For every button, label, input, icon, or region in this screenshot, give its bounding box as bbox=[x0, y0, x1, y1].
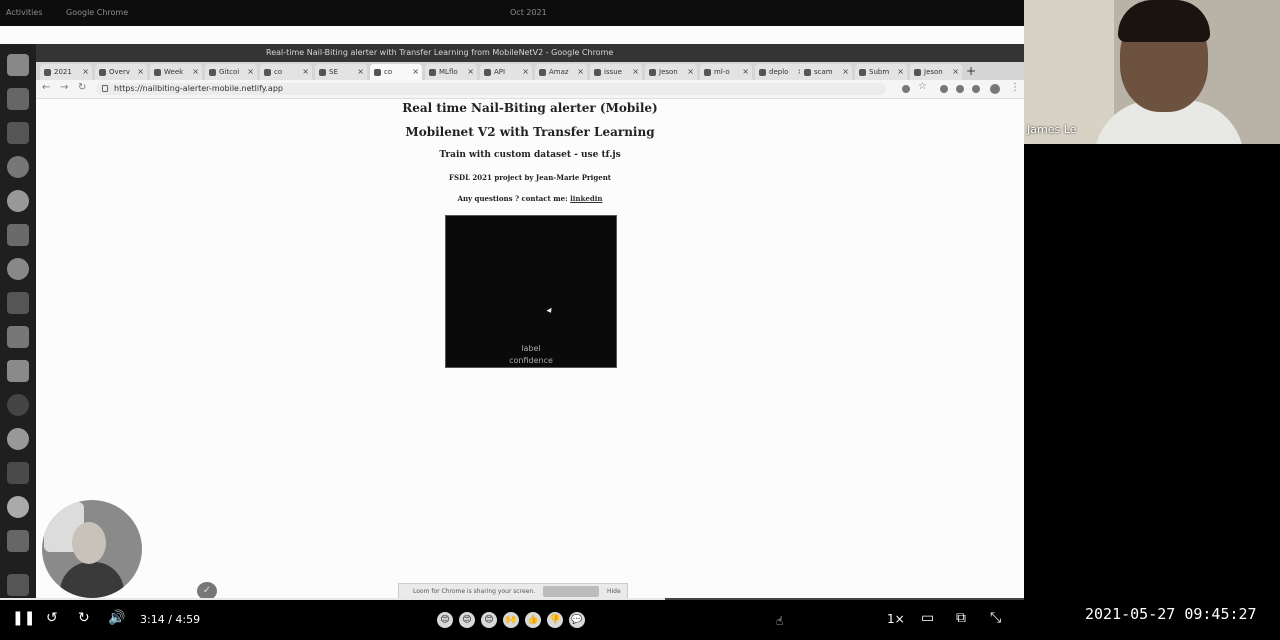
browser-tab[interactable]: Jeson × bbox=[910, 64, 962, 80]
train-description: Train with custom dataset - use tf.js bbox=[439, 150, 621, 160]
stop-sharing-button[interactable] bbox=[543, 586, 599, 597]
terminal-icon[interactable] bbox=[7, 122, 29, 144]
browser-tab[interactable]: SE × bbox=[315, 64, 367, 80]
gear-icon[interactable] bbox=[7, 496, 29, 518]
profile-avatar-icon[interactable] bbox=[990, 84, 1000, 94]
monitor-icon[interactable] bbox=[7, 88, 29, 110]
sharing-message: Loom for Chrome is sharing your screen. bbox=[413, 588, 536, 595]
extension-icon[interactable] bbox=[940, 85, 948, 93]
forward-5-icon[interactable]: ↻ bbox=[78, 610, 90, 626]
system-top-bar: Activities Google Chrome Oct 2021 bbox=[0, 0, 1024, 26]
editor-icon[interactable] bbox=[7, 224, 29, 246]
extension-icon[interactable] bbox=[956, 85, 964, 93]
browser-tab[interactable]: Week × bbox=[150, 64, 202, 80]
pause-icon[interactable]: ❚❚ bbox=[12, 610, 35, 626]
firefox-icon[interactable] bbox=[7, 156, 29, 178]
photo-icon[interactable] bbox=[7, 360, 29, 382]
comment-icon[interactable]: 💬 bbox=[569, 612, 585, 628]
playback-speed[interactable]: 1× bbox=[887, 612, 905, 626]
settings-icon[interactable] bbox=[7, 394, 29, 416]
presenter-webcam-bubble[interactable] bbox=[42, 500, 142, 598]
recording-timestamp: 2021-05-27 09:45:27 bbox=[1085, 605, 1257, 623]
kebab-menu-icon[interactable]: ⋮ bbox=[1010, 82, 1020, 93]
reload-icon[interactable]: ↻ bbox=[78, 82, 86, 93]
participant-name: James Le bbox=[1027, 123, 1077, 136]
playback-time: 3:14 / 4:59 bbox=[140, 613, 201, 626]
address-bar-row: ← → ↻ https://nailbiting-alerter-mobile.… bbox=[36, 80, 1024, 99]
extension-icon[interactable] bbox=[972, 85, 980, 93]
browser-tab[interactable]: ml-o × bbox=[700, 64, 752, 80]
forward-icon[interactable]: → bbox=[60, 82, 68, 93]
reaction-emoji-icon[interactable]: 😊 bbox=[437, 612, 453, 628]
back-icon[interactable]: ← bbox=[42, 82, 50, 93]
picture-in-picture-icon[interactable]: ⧉ bbox=[956, 610, 966, 626]
reaction-emoji-icon[interactable]: 😊 bbox=[481, 612, 497, 628]
project-credit: FSDL 2021 project by Jean-Marie Prigent bbox=[448, 173, 612, 182]
browser-tab[interactable]: Overv × bbox=[95, 64, 147, 80]
contact-line: Any questions ? contact me: linkedin bbox=[457, 194, 603, 203]
participant-video: James Le bbox=[1024, 0, 1280, 144]
browser-tab[interactable]: Gitcoi × bbox=[205, 64, 257, 80]
browser-tab[interactable]: issue × bbox=[590, 64, 642, 80]
web-page: Real time Nail-Biting alerter (Mobile) M… bbox=[36, 98, 1024, 596]
files-icon[interactable] bbox=[7, 54, 29, 76]
tab-strip: 2021 × Overv × Week × Gitcoi × co × SE × co × M… bbox=[36, 62, 1024, 80]
pycharm-icon[interactable] bbox=[7, 462, 29, 484]
thumbs-down-icon[interactable]: 👎 bbox=[547, 612, 563, 628]
browser-tab[interactable]: co × bbox=[260, 64, 312, 80]
browser-tab-active[interactable]: co × bbox=[370, 64, 422, 80]
prediction-label: label bbox=[521, 344, 541, 353]
browser-tab[interactable]: 2021 × bbox=[40, 64, 92, 80]
browser-tab[interactable]: MLflo × bbox=[425, 64, 477, 80]
page-subtitle: Mobilenet V2 with Transfer Learning bbox=[405, 125, 655, 139]
prediction-confidence: confidence bbox=[509, 356, 553, 365]
document-icon[interactable] bbox=[7, 326, 29, 348]
pointer-cursor-icon: ☝ bbox=[776, 614, 784, 628]
window-title: Real-time Nail-Biting alerter with Trans… bbox=[266, 48, 614, 57]
browser-tab[interactable]: Subm × bbox=[855, 64, 907, 80]
music-icon[interactable] bbox=[7, 428, 29, 450]
lock-icon bbox=[102, 85, 108, 92]
url-text: https://nailbiting-alerter-mobile.netlif… bbox=[114, 84, 283, 93]
show-apps-icon[interactable] bbox=[7, 574, 29, 596]
screen-icon[interactable] bbox=[7, 292, 29, 314]
app-icon[interactable] bbox=[7, 190, 29, 212]
reaction-emoji-icon[interactable]: 🙌 bbox=[503, 612, 519, 628]
webcam-feed: label confidence bbox=[445, 215, 617, 368]
system-clock[interactable]: Oct 2021 bbox=[510, 8, 547, 17]
screen-share: Activities Google Chrome Oct 2021 Real-t… bbox=[0, 0, 1024, 600]
app-grid-icon[interactable] bbox=[7, 530, 29, 552]
star-icon[interactable]: ☆ bbox=[918, 81, 927, 92]
browser-tab[interactable]: Jeson × bbox=[645, 64, 697, 80]
volume-icon[interactable]: 🔊 bbox=[108, 610, 125, 626]
linkedin-link[interactable]: linkedin bbox=[570, 194, 602, 203]
thumbs-up-icon[interactable]: 👍 bbox=[525, 612, 541, 628]
chrome-title-bar: Real-time Nail-Biting alerter with Trans… bbox=[36, 44, 1024, 62]
activities-label[interactable]: Activities bbox=[6, 8, 43, 17]
browser-tab[interactable]: scam × bbox=[800, 64, 852, 80]
page-title: Real time Nail-Biting alerter (Mobile) bbox=[402, 101, 658, 115]
url-field[interactable]: https://nailbiting-alerter-mobile.netlif… bbox=[96, 83, 886, 95]
exit-fullscreen-icon[interactable]: ⤡ bbox=[990, 610, 1001, 626]
browser-tab[interactable]: API × bbox=[480, 64, 532, 80]
extension-icon[interactable] bbox=[902, 85, 910, 93]
theater-mode-icon[interactable]: ▭ bbox=[921, 610, 934, 626]
ubuntu-dock bbox=[0, 44, 36, 600]
rewind-5-icon[interactable]: ↺ bbox=[46, 610, 58, 626]
browser-tab[interactable]: Amaz × bbox=[535, 64, 587, 80]
reaction-emoji-icon[interactable]: 😊 bbox=[459, 612, 475, 628]
app-menu-label[interactable]: Google Chrome bbox=[66, 8, 128, 17]
hide-button[interactable]: Hide bbox=[607, 588, 621, 595]
chrome-icon[interactable] bbox=[7, 258, 29, 280]
new-tab-icon[interactable]: + bbox=[966, 64, 976, 78]
mouse-cursor-icon bbox=[546, 307, 554, 315]
